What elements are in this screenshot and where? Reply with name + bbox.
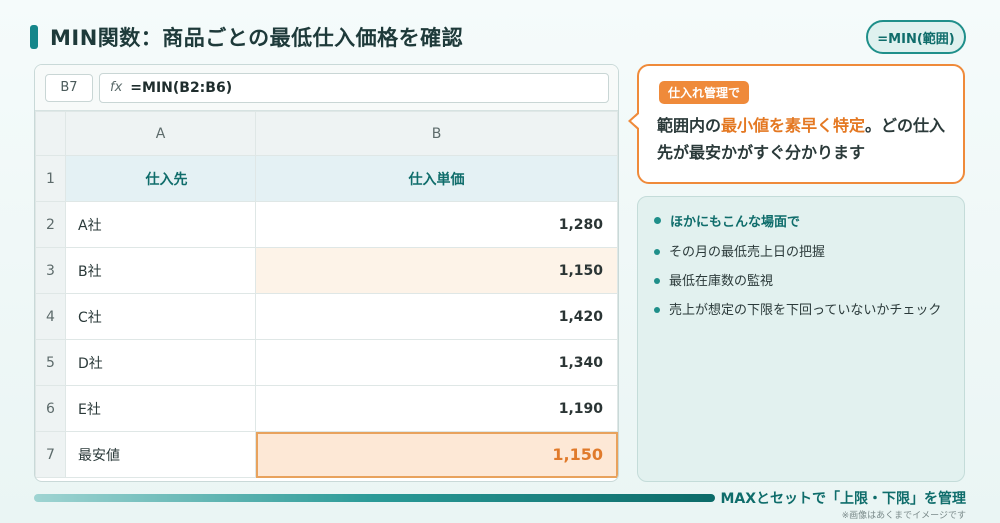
use-case-list: その月の最低売上日の把握 最低在庫数の監視 売上が想定の下限を下回っていないかチ… (654, 238, 948, 325)
row-number[interactable]: 6 (35, 385, 66, 432)
sheet-grid: A B 1 仕入先 仕入単価 2 A社 1,280 3 B社 1,150 4 C… (35, 111, 618, 478)
list-item-text: その月の最低売上日の把握 (669, 245, 826, 260)
table-row: 1 仕入先 仕入単価 (35, 155, 618, 202)
row-number[interactable]: 5 (35, 339, 66, 386)
column-header-a[interactable]: A (65, 111, 256, 156)
list-item: 最低在庫数の監視 (654, 267, 948, 296)
row-number[interactable]: 2 (35, 201, 66, 248)
callout-tag: 仕入れ管理で (659, 81, 750, 104)
bullet-dot-icon (654, 278, 660, 284)
table-row: 3 B社 1,150 (35, 247, 618, 294)
row-number[interactable]: 4 (35, 293, 66, 340)
cell-reference-box[interactable]: B7 (45, 73, 93, 102)
table-row: 4 C社 1,420 (35, 293, 618, 340)
title-accent (30, 25, 38, 49)
title-bar: MIN関数：商品ごとの最低仕入価格を確認 (30, 22, 463, 52)
callout-text-before: 範囲内の (657, 116, 722, 135)
corner-cell[interactable] (35, 111, 66, 156)
row-number[interactable]: 3 (35, 247, 66, 294)
cell-b2[interactable]: 1,280 (255, 201, 618, 248)
gradient-bar (34, 494, 715, 502)
table-row: 7 最安値 1,150 (35, 431, 618, 478)
cell-a7[interactable]: 最安値 (65, 431, 256, 478)
formula-input[interactable]: fx =MIN(B2:B6) (99, 72, 609, 103)
cell-b6[interactable]: 1,190 (255, 385, 618, 432)
formula-pill: =MIN(範囲) (866, 20, 966, 54)
callout-highlight: 最小値を素早く特定 (721, 116, 866, 135)
cell-b4[interactable]: 1,420 (255, 293, 618, 340)
list-item-text: 売上が想定の下限を下回っていないかチェック (669, 303, 942, 318)
row-number[interactable]: 7 (35, 431, 66, 478)
cell-a3[interactable]: B社 (65, 247, 256, 294)
cell-b3[interactable]: 1,150 (255, 247, 618, 294)
use-cases-panel: ほかにもこんな場面で その月の最低売上日の把握 最低在庫数の監視 売上が想定の下… (637, 196, 965, 482)
table-row: 2 A社 1,280 (35, 201, 618, 248)
list-item: その月の最低売上日の把握 (654, 238, 948, 267)
image-note: ※画像はあくまでイメージです (841, 511, 966, 521)
list-item-text: 最低在庫数の監視 (669, 274, 774, 289)
panel-heading-text: ほかにもこんな場面で (670, 215, 801, 230)
table-row: 6 E社 1,190 (35, 385, 618, 432)
cell-a5[interactable]: D社 (65, 339, 256, 386)
spreadsheet: B7 fx =MIN(B2:B6) A B 1 仕入先 仕入単価 2 A社 1,… (34, 64, 619, 482)
bullet-dot-icon (654, 217, 661, 224)
list-item: 売上が想定の下限を下回っていないかチェック (654, 296, 948, 325)
formula-bar: B7 fx =MIN(B2:B6) (35, 65, 618, 111)
panel-heading: ほかにもこんな場面で (654, 211, 948, 230)
cell-a4[interactable]: C社 (65, 293, 256, 340)
fx-icon: fx (110, 80, 123, 95)
callout-text: 範囲内の最小値を素早く特定。どの仕入先が最安かがすぐ分かります (657, 112, 953, 166)
cell-a1[interactable]: 仕入先 (65, 155, 256, 202)
formula-text: =MIN(B2:B6) (130, 79, 233, 96)
page-title: MIN関数：商品ごとの最低仕入価格を確認 (50, 26, 464, 50)
cell-a2[interactable]: A社 (65, 201, 256, 248)
column-header-b[interactable]: B (255, 111, 618, 156)
row-number[interactable]: 1 (35, 155, 66, 202)
callout-box: 仕入れ管理で 範囲内の最小値を素早く特定。どの仕入先が最安かがすぐ分かります (628, 64, 965, 184)
bullet-dot-icon (654, 307, 660, 313)
cell-b7-result[interactable]: 1,150 (255, 431, 618, 478)
cell-b5[interactable]: 1,340 (255, 339, 618, 386)
cell-a6[interactable]: E社 (65, 385, 256, 432)
cell-b1[interactable]: 仕入単価 (255, 155, 618, 202)
column-header-row: A B (35, 111, 618, 156)
bullet-dot-icon (654, 249, 660, 255)
footer-text: MAXとセットで「上限・下限」を管理 (720, 491, 966, 507)
table-row: 5 D社 1,340 (35, 339, 618, 386)
